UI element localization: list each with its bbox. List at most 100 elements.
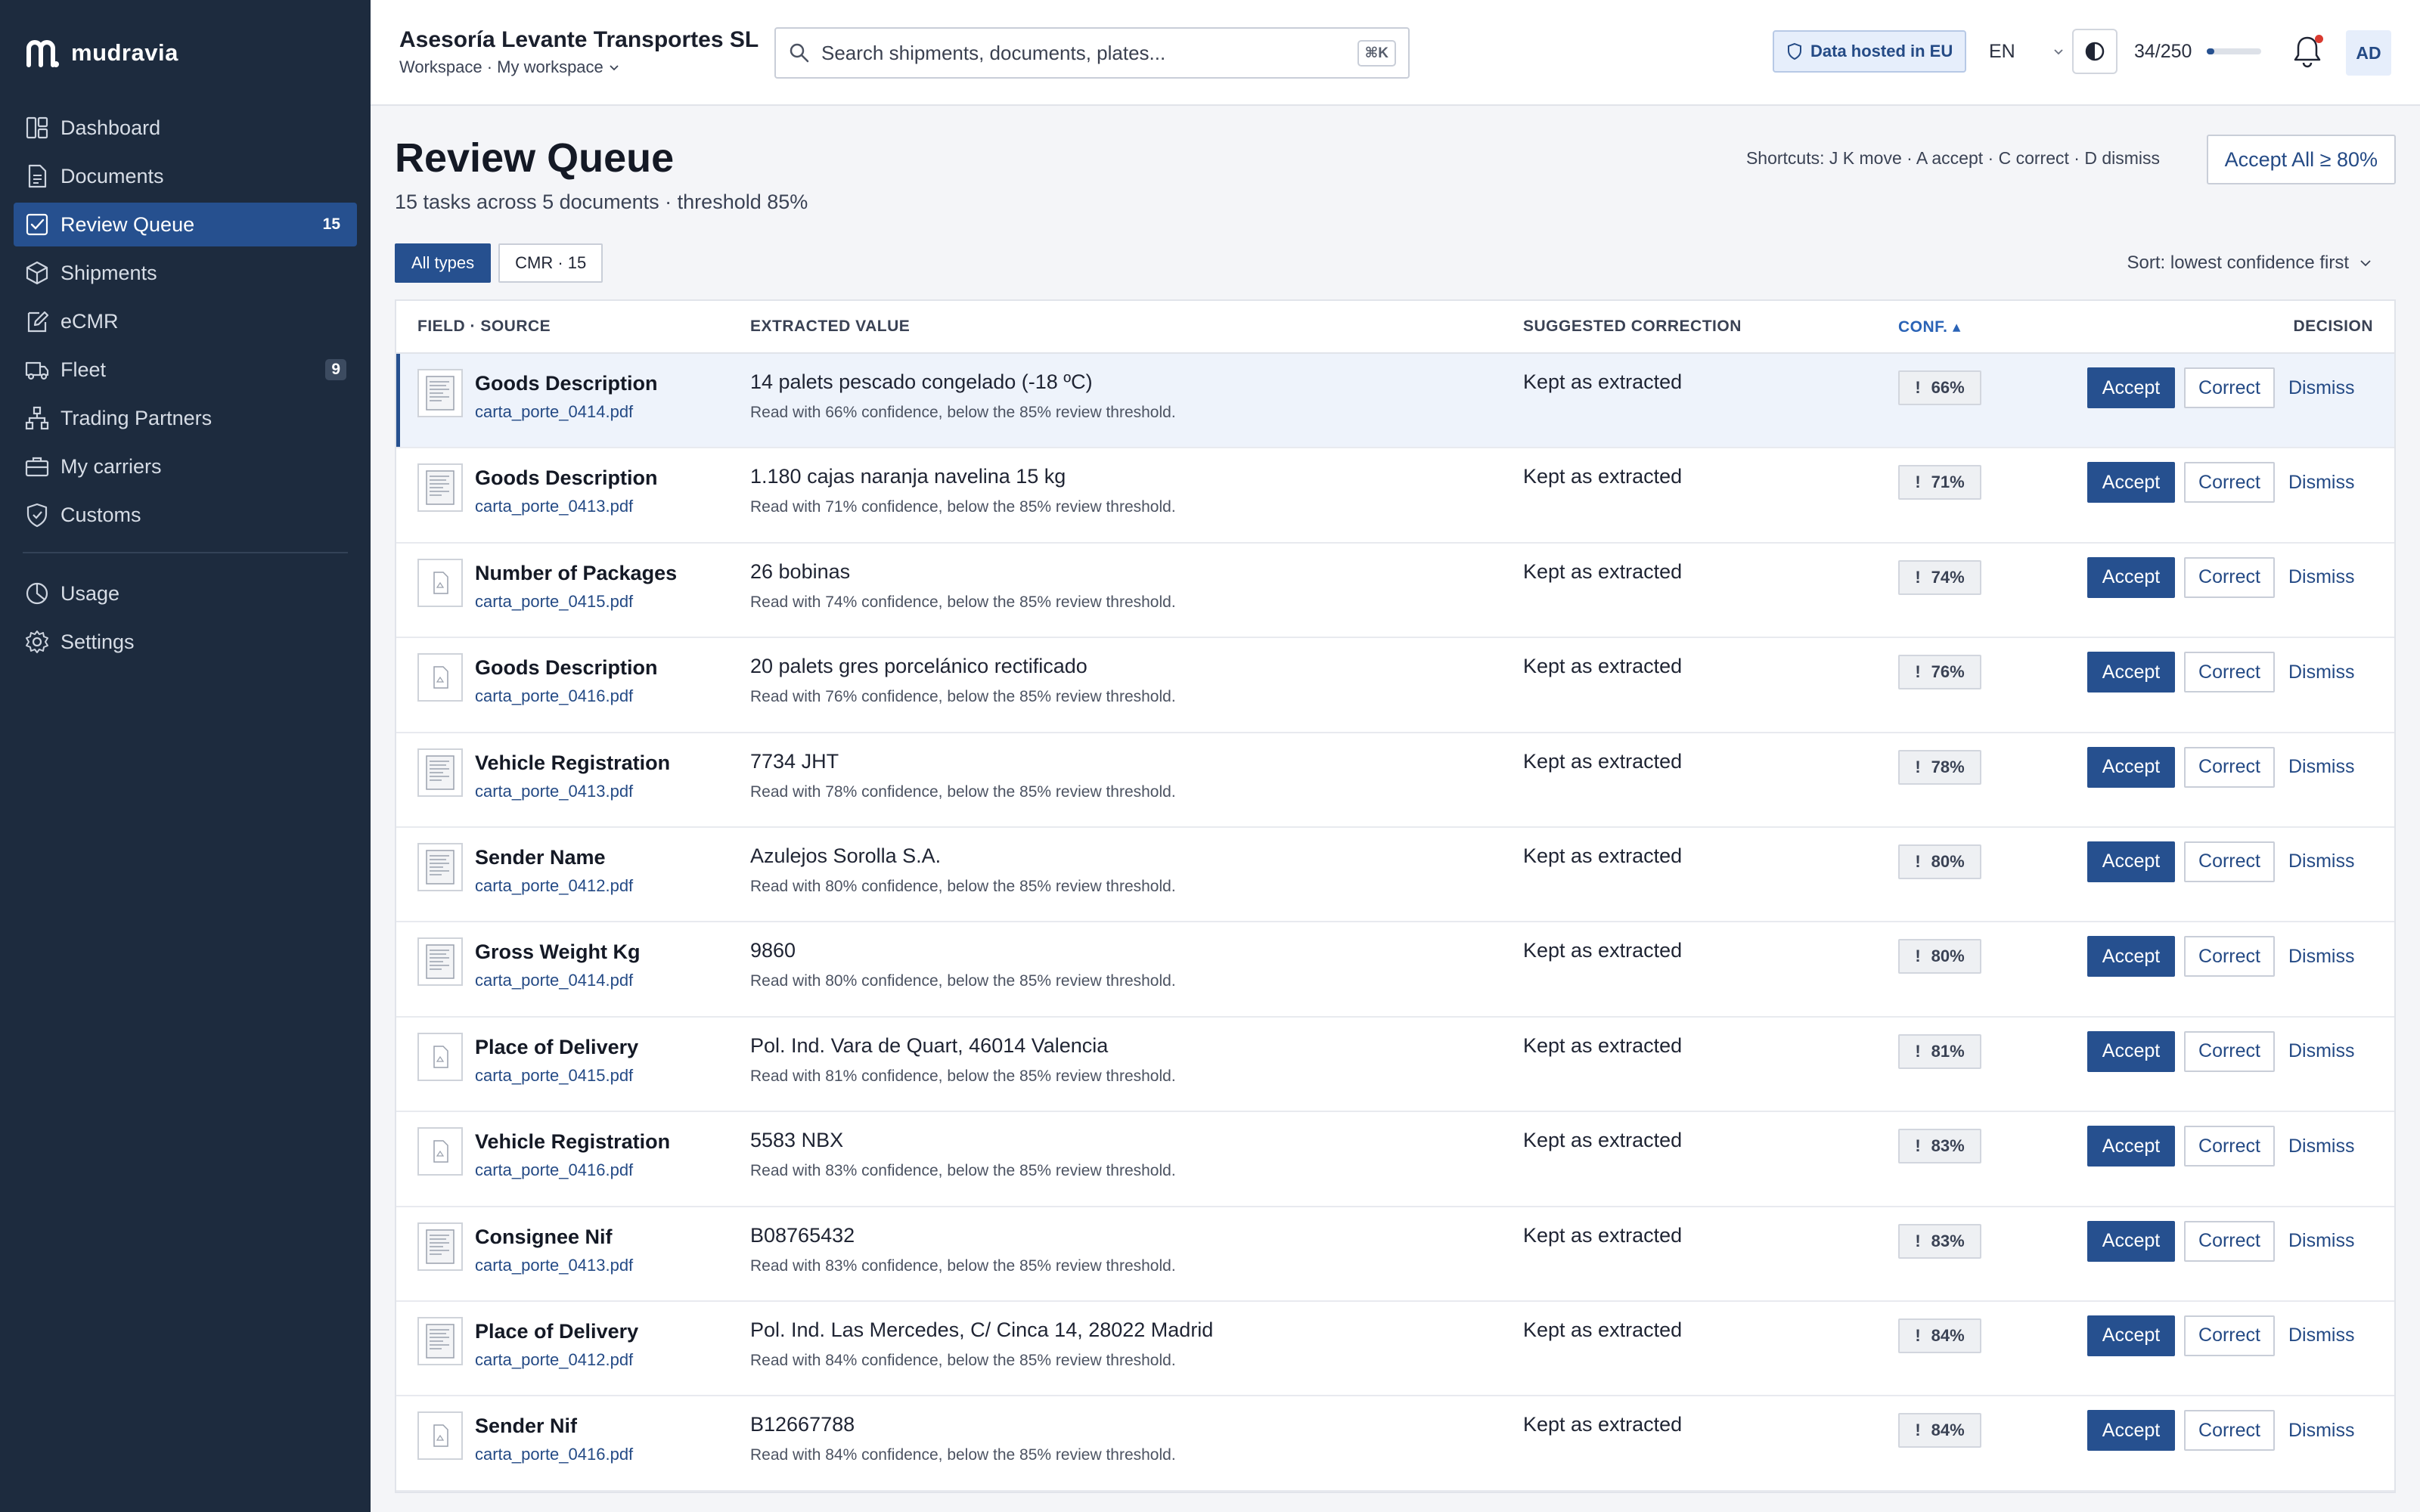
source-file-link[interactable]: carta_porte_0413.pdf: [475, 782, 633, 801]
source-file-link[interactable]: carta_porte_0412.pdf: [475, 1350, 633, 1370]
sidebar-item-trading-partners[interactable]: Trading Partners: [14, 396, 357, 440]
document-thumbnail[interactable]: [417, 937, 463, 987]
correct-button[interactable]: Correct: [2184, 556, 2275, 598]
document-thumbnail[interactable]: [417, 1032, 463, 1081]
source-file-link[interactable]: carta_porte_0414.pdf: [475, 971, 633, 990]
workspace-switcher[interactable]: Asesoría Levante Transportes SL Workspac…: [399, 27, 759, 77]
accept-button[interactable]: Accept: [2087, 746, 2175, 788]
table-row[interactable]: Vehicle Registration carta_porte_0413.pdf…: [396, 733, 2394, 828]
correct-button[interactable]: Correct: [2184, 1220, 2275, 1262]
table-row[interactable]: Vehicle Registration carta_porte_0416.pdf…: [396, 1112, 2394, 1207]
sidebar-item-customs[interactable]: Customs: [14, 493, 357, 537]
source-file-link[interactable]: carta_porte_0413.pdf: [475, 1256, 633, 1275]
correct-button[interactable]: Correct: [2184, 936, 2275, 978]
dismiss-button[interactable]: Dismiss: [2288, 841, 2355, 882]
column-header-confidence[interactable]: CONF. ▴: [1898, 318, 1961, 336]
usage-meter[interactable]: 34/250: [2134, 30, 2262, 73]
dismiss-button[interactable]: Dismiss: [2288, 1221, 2355, 1262]
workspace-label[interactable]: Workspace · My workspace: [399, 57, 759, 77]
sidebar-item-ecmr[interactable]: eCMR: [14, 299, 357, 343]
sidebar-item-fleet[interactable]: Fleet 9: [14, 348, 357, 392]
search-box[interactable]: ⌘K: [774, 27, 1410, 79]
correct-button[interactable]: Correct: [2184, 462, 2275, 503]
dismiss-button[interactable]: Dismiss: [2288, 462, 2355, 503]
dismiss-button[interactable]: Dismiss: [2288, 1031, 2355, 1072]
document-thumbnail[interactable]: [417, 842, 463, 891]
filter-all-types[interactable]: All types: [395, 243, 492, 283]
sidebar-item-usage[interactable]: Usage: [14, 572, 357, 615]
accept-button[interactable]: Accept: [2087, 367, 2175, 408]
correct-button[interactable]: Correct: [2184, 1315, 2275, 1356]
correct-button[interactable]: Correct: [2184, 1410, 2275, 1452]
table-row[interactable]: Gross Weight Kg carta_porte_0414.pdf 9860 R…: [396, 922, 2394, 1018]
table-row[interactable]: Goods Description carta_porte_0413.pdf 1.1…: [396, 448, 2394, 544]
table-row[interactable]: Place of Delivery carta_porte_0412.pdf Pol…: [396, 1302, 2394, 1397]
sidebar-item-my-carriers[interactable]: My carriers: [14, 445, 357, 488]
document-thumbnail[interactable]: [417, 1411, 463, 1461]
correct-button[interactable]: Correct: [2184, 841, 2275, 882]
sort-select[interactable]: Sort: lowest confidence first: [2127, 253, 2373, 274]
correct-button[interactable]: Correct: [2184, 746, 2275, 788]
source-file-link[interactable]: carta_porte_0415.pdf: [475, 1066, 633, 1086]
accept-button[interactable]: Accept: [2087, 1030, 2175, 1072]
source-file-link[interactable]: carta_porte_0416.pdf: [475, 1160, 633, 1180]
source-file-link[interactable]: carta_porte_0413.pdf: [475, 497, 633, 516]
table-row[interactable]: Goods Description carta_porte_0416.pdf 20 …: [396, 638, 2394, 733]
accept-button[interactable]: Accept: [2087, 936, 2175, 978]
source-file-link[interactable]: carta_porte_0416.pdf: [475, 1445, 633, 1464]
document-thumbnail[interactable]: [417, 463, 463, 513]
table-row[interactable]: Sender Name carta_porte_0412.pdf Azulejos …: [396, 828, 2394, 923]
source-file-link[interactable]: carta_porte_0415.pdf: [475, 592, 633, 612]
document-thumbnail[interactable]: [417, 1222, 463, 1271]
document-thumbnail[interactable]: [417, 558, 463, 607]
accept-button[interactable]: Accept: [2087, 841, 2175, 882]
sidebar-item-dashboard[interactable]: Dashboard: [14, 106, 357, 150]
dismiss-button[interactable]: Dismiss: [2288, 1410, 2355, 1451]
search-input[interactable]: [821, 41, 1357, 65]
document-thumbnail[interactable]: [417, 1316, 463, 1365]
confidence-value: 80%: [1931, 947, 1965, 966]
table-row[interactable]: Number of Packages carta_porte_0415.pdf 26…: [396, 544, 2394, 639]
brand[interactable]: mudravia: [0, 0, 371, 106]
dismiss-button[interactable]: Dismiss: [2288, 1315, 2355, 1356]
sidebar-item-settings[interactable]: Settings: [14, 620, 357, 664]
sidebar-item-shipments[interactable]: Shipments: [14, 251, 357, 295]
correct-button[interactable]: Correct: [2184, 1126, 2275, 1167]
dismiss-button[interactable]: Dismiss: [2288, 367, 2355, 408]
dismiss-button[interactable]: Dismiss: [2288, 652, 2355, 692]
source-file-link[interactable]: carta_porte_0416.pdf: [475, 686, 633, 706]
correct-button[interactable]: Correct: [2184, 367, 2275, 408]
correct-button[interactable]: Correct: [2184, 652, 2275, 693]
table-row[interactable]: Consignee Nif carta_porte_0413.pdf B087654…: [396, 1207, 2394, 1302]
document-thumbnail[interactable]: [417, 369, 463, 417]
correct-button[interactable]: Correct: [2184, 1030, 2275, 1072]
dismiss-button[interactable]: Dismiss: [2288, 747, 2355, 788]
accept-button[interactable]: Accept: [2087, 556, 2175, 598]
theme-toggle-button[interactable]: [2072, 29, 2118, 74]
source-file-link[interactable]: carta_porte_0412.pdf: [475, 876, 633, 896]
accept-button[interactable]: Accept: [2087, 1315, 2175, 1356]
sidebar-item-review-queue[interactable]: Review Queue 15: [14, 203, 357, 246]
accept-all-button[interactable]: Accept All ≥ 80%: [2206, 135, 2396, 184]
document-thumbnail[interactable]: [417, 1127, 463, 1176]
filter-cmr[interactable]: CMR · 15: [498, 243, 603, 283]
document-thumbnail-icon: [426, 850, 455, 885]
sidebar-item-documents[interactable]: Documents: [14, 154, 357, 198]
source-file-link[interactable]: carta_porte_0414.pdf: [475, 402, 633, 422]
dismiss-button[interactable]: Dismiss: [2288, 1126, 2355, 1167]
accept-button[interactable]: Accept: [2087, 1126, 2175, 1167]
table-row[interactable]: Sender Nif carta_porte_0416.pdf B12667788 R…: [396, 1396, 2394, 1492]
accept-button[interactable]: Accept: [2087, 652, 2175, 693]
accept-button[interactable]: Accept: [2087, 1410, 2175, 1452]
accept-button[interactable]: Accept: [2087, 1220, 2175, 1262]
dismiss-button[interactable]: Dismiss: [2288, 557, 2355, 598]
document-thumbnail[interactable]: [417, 748, 463, 797]
language-select[interactable]: EN: [1989, 30, 2065, 73]
table-row[interactable]: Place of Delivery carta_porte_0415.pdf Pol…: [396, 1018, 2394, 1113]
dismiss-button[interactable]: Dismiss: [2288, 936, 2355, 977]
table-row[interactable]: Goods Description carta_porte_0414.pdf 14 …: [396, 354, 2394, 449]
avatar[interactable]: AD: [2346, 30, 2391, 76]
document-thumbnail[interactable]: [417, 653, 463, 702]
accept-button[interactable]: Accept: [2087, 462, 2175, 503]
notifications-button[interactable]: [2290, 33, 2325, 70]
